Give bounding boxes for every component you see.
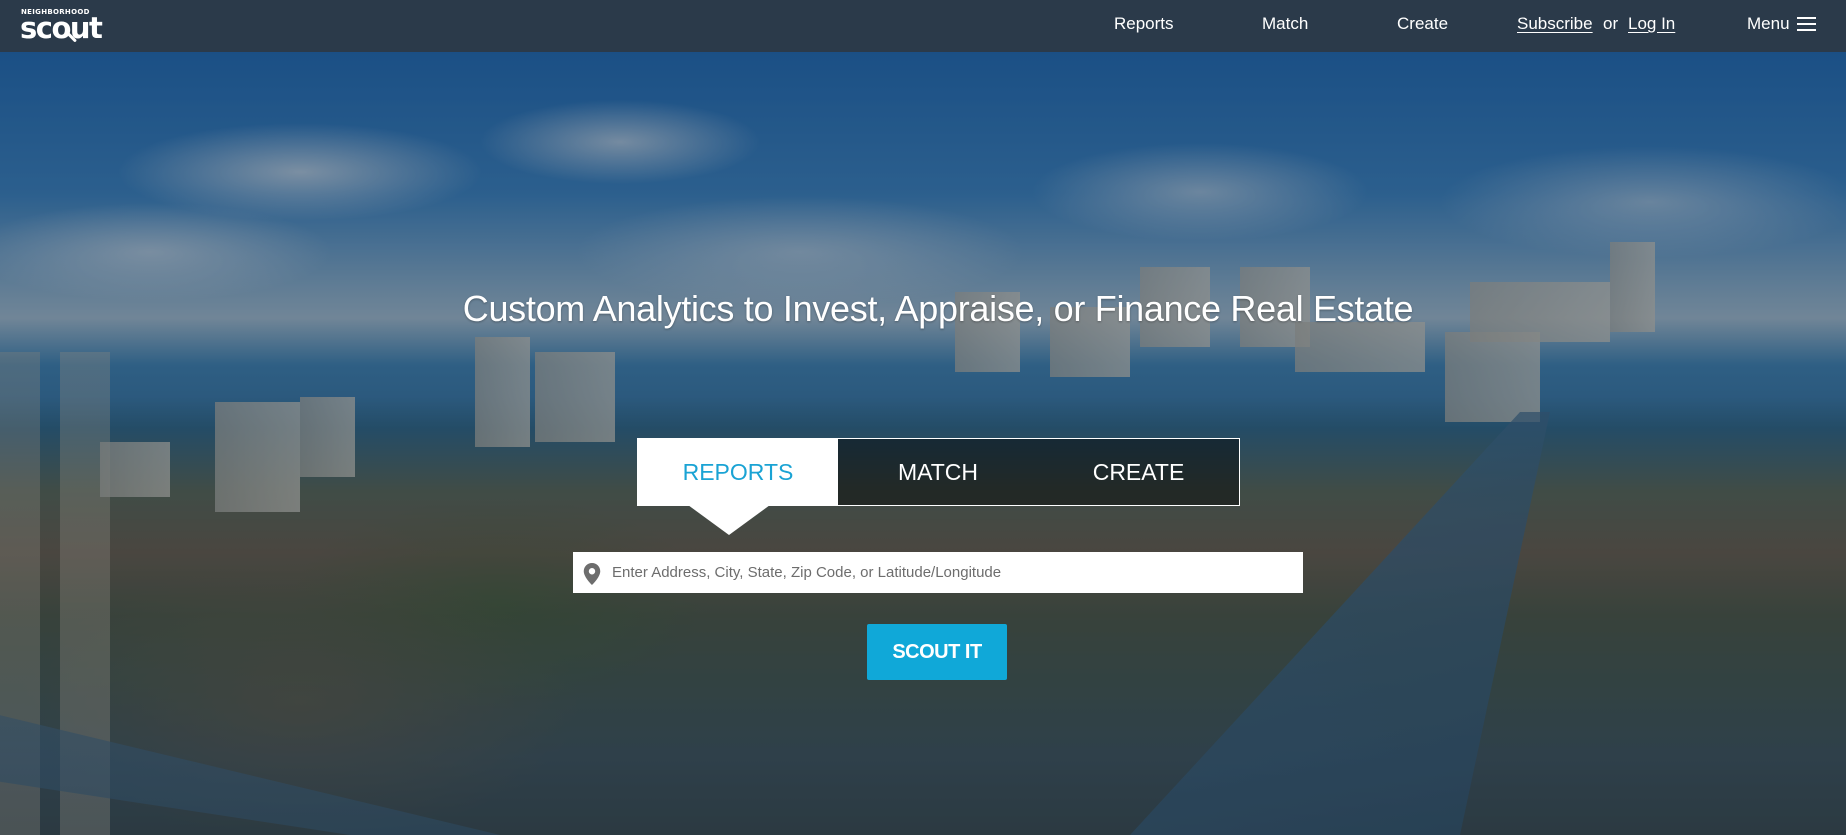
or-separator: or bbox=[1603, 14, 1619, 33]
hero-headline: Custom Analytics to Invest, Appraise, or… bbox=[462, 288, 1414, 329]
product-tabs: REPORTS MATCH CREATE bbox=[637, 438, 1240, 506]
tab-match[interactable]: MATCH bbox=[838, 439, 1038, 505]
scout-it-button[interactable]: SCOUT IT bbox=[867, 624, 1007, 680]
login-link[interactable]: Log In bbox=[1628, 14, 1675, 34]
nav-link-reports[interactable]: Reports bbox=[1114, 14, 1174, 34]
menu-button[interactable]: Menu bbox=[1747, 14, 1790, 34]
tab-create[interactable]: CREATE bbox=[1038, 439, 1239, 505]
tab-reports[interactable]: REPORTS bbox=[638, 439, 838, 505]
active-tab-pointer bbox=[688, 505, 770, 535]
search-bar bbox=[573, 552, 1303, 593]
logo-big-text: scout bbox=[20, 11, 103, 45]
neighborhoodscout-logo[interactable]: NEIGHBORHOOD scout bbox=[20, 6, 110, 50]
nav-link-match[interactable]: Match bbox=[1262, 14, 1308, 34]
nav-link-create[interactable]: Create bbox=[1397, 14, 1448, 34]
location-search-input[interactable] bbox=[612, 552, 1292, 593]
map-pin-icon bbox=[583, 563, 601, 585]
hamburger-icon[interactable] bbox=[1797, 17, 1816, 31]
top-nav: NEIGHBORHOOD scout Reports Match Create … bbox=[0, 0, 1846, 52]
subscribe-link[interactable]: Subscribe bbox=[1517, 14, 1593, 34]
